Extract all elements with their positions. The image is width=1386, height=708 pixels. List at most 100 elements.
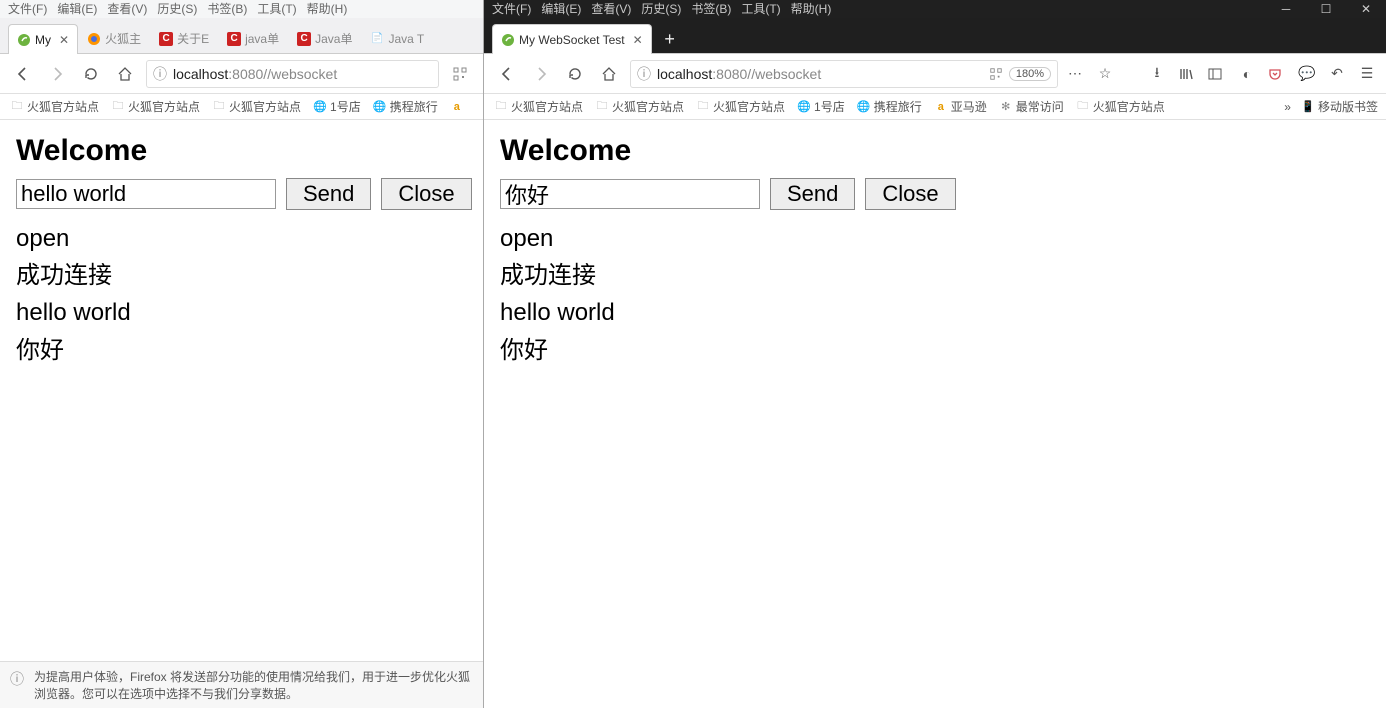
log-line: open [16,220,467,257]
back-button[interactable] [10,61,36,87]
menu-help[interactable]: 帮助(H) [307,0,348,18]
globe-icon: 🌐 [373,100,387,114]
amazon-icon: a [450,100,464,114]
menubar: 文件(F) 编辑(E) 查看(V) 历史(S) 书签(B) 工具(T) 帮助(H… [484,0,1386,18]
close-icon[interactable]: ✕ [633,33,643,47]
menubar: 文件(F) 编辑(E) 查看(V) 历史(S) 书签(B) 工具(T) 帮助(H… [0,0,483,18]
spring-icon [17,33,31,47]
log-line: open [500,220,1370,257]
menu-tools[interactable]: 工具(T) [257,0,296,18]
message-input[interactable] [500,179,760,209]
home-button[interactable] [112,61,138,87]
download-icon[interactable]: ⭳ [1148,62,1166,86]
folder-icon: 🗀 [696,100,710,114]
reload-button[interactable] [78,61,104,87]
menu-history[interactable]: 历史(S) [157,0,197,18]
message-log: open 成功连接 hello world 你好 [16,220,467,369]
bookmark-folder[interactable]: 🗀火狐官方站点 [494,98,583,115]
tab-firefox[interactable]: 火狐主 [78,23,150,53]
bookmark-folder[interactable]: 🗀火狐官方站点 [10,98,99,115]
globe-icon: 🌐 [313,100,327,114]
menu-help[interactable]: 帮助(H) [791,0,832,18]
sidebar-icon[interactable] [1208,67,1226,81]
folder-icon: 🗀 [595,100,609,114]
send-button[interactable]: Send [770,178,855,210]
gear-icon: ✻ [999,100,1013,114]
bookmark-folder[interactable]: 🗀火狐官方站点 [595,98,684,115]
menu-tools[interactable]: 工具(T) [741,0,780,18]
maximize-button[interactable]: ☐ [1306,0,1346,18]
info-icon[interactable]: ⓘ [637,64,651,84]
shield-icon[interactable]: ◐ [1238,66,1256,82]
tab-strip: My ✕ 火狐主 C 关于E C java单 C Java单 📄 Java T [0,18,483,54]
bookmark-folder[interactable]: 🗀火狐官方站点 [696,98,785,115]
amazon-icon: a [934,100,948,114]
menu-file[interactable]: 文件(F) [8,0,47,18]
home-button[interactable] [596,61,622,87]
tab-about-e[interactable]: C 关于E [150,23,218,53]
bookmark-ctrip[interactable]: 🌐携程旅行 [373,98,438,115]
tab-java-2[interactable]: C Java单 [288,23,361,53]
new-tab-button[interactable]: + [656,25,684,53]
bookmark-amazon-cut[interactable]: a [450,100,464,114]
chat-icon[interactable]: 💬 [1298,65,1316,82]
url-bar[interactable]: ⓘ localhost:8080//websocket 180% [630,60,1058,88]
menu-file[interactable]: 文件(F) [492,0,531,18]
bookmark-amazon[interactable]: a亚马逊 [934,98,987,115]
globe-icon: 🌐 [797,100,811,114]
folder-icon: 🗀 [10,100,24,114]
tab-java-1[interactable]: C java单 [218,23,288,53]
message-input[interactable] [16,179,276,209]
send-button[interactable]: Send [286,178,371,210]
star-icon[interactable]: ☆ [1096,65,1114,82]
log-line: hello world [16,294,467,331]
spring-icon [501,33,515,47]
bookmarks-bar: 🗀火狐官方站点 🗀火狐官方站点 🗀火狐官方站点 🌐1号店 🌐携程旅行 a亚马逊 … [484,94,1386,120]
minimize-button[interactable]: ─ [1266,0,1306,18]
globe-icon: 🌐 [857,100,871,114]
menu-view[interactable]: 查看(V) [591,0,631,18]
folder-icon: 🗀 [494,100,508,114]
bookmark-folder[interactable]: 🗀火狐官方站点 [212,98,301,115]
bookmark-folder[interactable]: 🗀火狐官方站点 [1076,98,1165,115]
undo-icon[interactable]: ↶ [1328,65,1346,82]
bookmark-mobile[interactable]: 📱移动版书签 [1301,98,1378,115]
window-right: 文件(F) 编辑(E) 查看(V) 历史(S) 书签(B) 工具(T) 帮助(H… [483,0,1386,708]
url-bar[interactable]: ⓘ localhost:8080//websocket [146,60,439,88]
menu-bookmarks[interactable]: 书签(B) [691,0,731,18]
bookmark-yihaodian[interactable]: 🌐1号店 [313,98,361,115]
bookmark-topsites[interactable]: ✻最常访问 [999,98,1064,115]
close-icon[interactable]: ✕ [59,33,69,47]
nav-toolbar: ⓘ localhost:8080//websocket [0,54,483,94]
bookmark-yihaodian[interactable]: 🌐1号店 [797,98,845,115]
menu-edit[interactable]: 编辑(E) [541,0,581,18]
zoom-badge[interactable]: 180% [1009,67,1051,81]
qr-icon[interactable] [447,61,473,87]
tab-java-t[interactable]: 📄 Java T [361,23,433,53]
menu-edit[interactable]: 编辑(E) [57,0,97,18]
menu-bookmarks[interactable]: 书签(B) [207,0,247,18]
tab-my-websocket[interactable]: My WebSocket Test ✕ [492,24,652,54]
bookmark-ctrip[interactable]: 🌐携程旅行 [857,98,922,115]
menu-view[interactable]: 查看(V) [107,0,147,18]
tab-my-websocket[interactable]: My ✕ [8,24,78,54]
reload-button[interactable] [562,61,588,87]
back-button[interactable] [494,61,520,87]
library-icon[interactable] [1178,66,1196,82]
log-line: 成功连接 [500,257,1370,294]
close-button[interactable]: Close [865,178,955,210]
page-title: Welcome [16,134,467,168]
toolbar-icons: ⋯ ☆ ⭳ ◐ 💬 ↶ ☰ [1066,62,1376,86]
overflow-icon[interactable]: » [1284,100,1291,114]
bookmark-folder[interactable]: 🗀火狐官方站点 [111,98,200,115]
csdn-icon: C [227,32,241,46]
folder-icon: 🗀 [111,100,125,114]
close-window-button[interactable]: ✕ [1346,0,1386,18]
pocket-icon[interactable] [1268,67,1286,81]
more-icon[interactable]: ⋯ [1066,65,1084,82]
close-button[interactable]: Close [381,178,471,210]
hamburger-icon[interactable]: ☰ [1358,65,1376,82]
qr-icon[interactable] [989,67,1003,81]
info-icon[interactable]: ⓘ [153,64,167,84]
menu-history[interactable]: 历史(S) [641,0,681,18]
